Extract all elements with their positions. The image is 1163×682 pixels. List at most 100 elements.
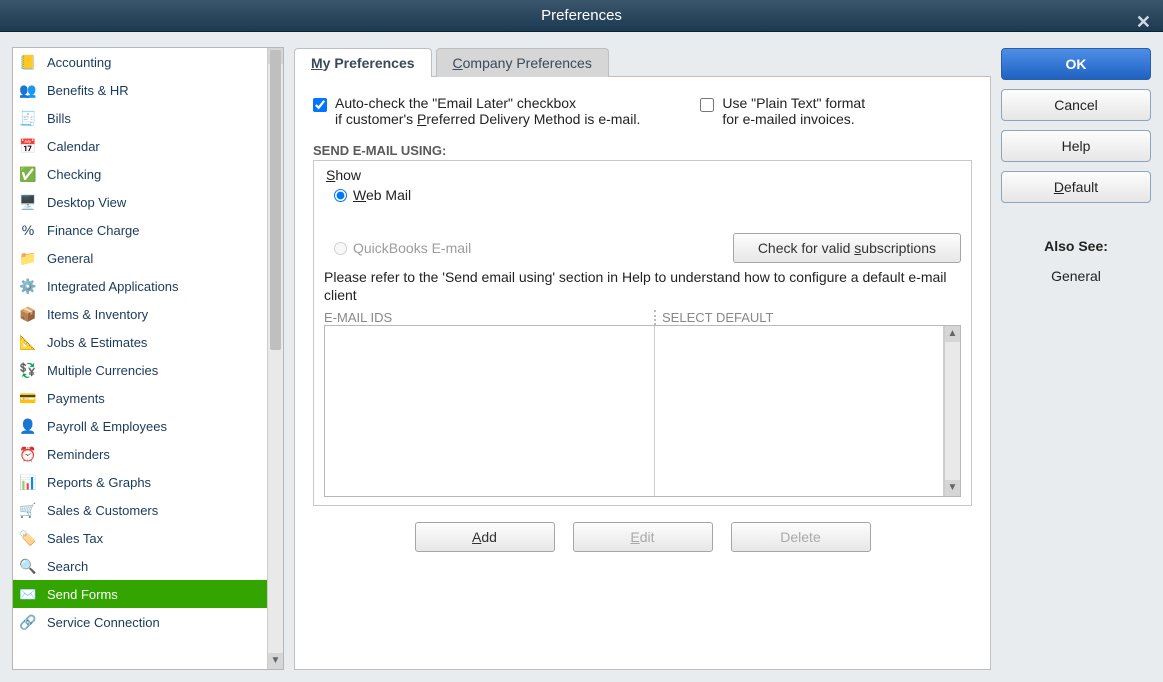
scroll-down-icon[interactable]: ▼ [268, 653, 283, 669]
radio-quickbooks-email: QuickBooks E-mail [334, 240, 471, 256]
sidebar-item-label: General [47, 251, 93, 266]
radio-qbe-input [334, 242, 347, 255]
checking-icon: ✅ [17, 164, 39, 184]
tab-my-preferences[interactable]: My Preferences [294, 48, 432, 77]
add-button[interactable]: Add [415, 522, 555, 552]
sidebar-item-calendar[interactable]: 📅 Calendar [13, 132, 267, 160]
sidebar-item-label: Bills [47, 111, 71, 126]
sidebar-item-label: Accounting [47, 55, 111, 70]
desktop-view-icon: 🖥️ [17, 192, 39, 212]
sidebar-item-benefits-hr[interactable]: 👥Benefits & HR [13, 76, 267, 104]
also-see-link-general[interactable]: General [1001, 268, 1151, 284]
sidebar-item-label: Payments [47, 391, 105, 406]
radio-qbe-label: QuickBooks E-mail [353, 240, 471, 256]
list-scroll-down-icon[interactable]: ▼ [945, 480, 960, 496]
calendar-icon: 📅 [17, 136, 39, 156]
radio-web-mail-label: Web Mail [353, 187, 411, 203]
preferences-dialog: Preferences ✕ 📒Accounting👥Benefits & HR🧾… [0, 0, 1163, 682]
plain-text-label: Use "Plain Text" format for e-mailed inv… [722, 95, 865, 127]
payroll-employees-icon: 👤 [17, 416, 39, 436]
dialog-title: Preferences [541, 7, 622, 24]
jobs-estimates-icon: 📐 [17, 332, 39, 352]
close-icon[interactable]: ✕ [1136, 6, 1151, 38]
show-label: Show [326, 167, 961, 183]
sidebar-item-label: Calendar [47, 139, 100, 154]
email-list-scrollbar[interactable]: ▲ ▼ [944, 326, 960, 496]
sidebar-item-label: Search [47, 559, 88, 574]
sidebar-item-general[interactable]: 📁 General [13, 244, 267, 272]
plain-text-check-input[interactable] [700, 98, 714, 112]
sidebar-item-label: Service Connection [47, 615, 160, 630]
send-forms-icon: ✉️ [17, 584, 39, 604]
search-icon: 🔍 [17, 556, 39, 576]
sidebar-item-service-connection[interactable]: 🔗Service Connection [13, 608, 267, 636]
tab-company-preferences[interactable]: Company Preferences [436, 48, 609, 77]
sidebar-item-accounting[interactable]: 📒Accounting [13, 48, 267, 76]
general-icon: 📁 [17, 248, 39, 268]
bills-icon: 🧾 [17, 108, 39, 128]
send-email-heading: SEND E-MAIL USING: [313, 143, 972, 158]
plain-text-checkbox[interactable]: Use "Plain Text" format for e-mailed inv… [700, 95, 865, 127]
auto-email-check-input[interactable] [313, 98, 327, 112]
sidebar-item-integrated-applications[interactable]: ⚙️ Integrated Applications [13, 272, 267, 300]
sidebar-item-label: Sales & Customers [47, 503, 158, 518]
sidebar-item-send-forms[interactable]: ✉️ Send Forms [13, 580, 267, 608]
sidebar-item-label: Integrated Applications [47, 279, 179, 294]
sidebar-item-reports-graphs[interactable]: 📊Reports & Graphs [13, 468, 267, 496]
radio-web-mail[interactable]: Web Mail [334, 187, 961, 203]
plain-text-line1: Use "Plain Text" format [722, 95, 865, 111]
email-list-col2 [655, 326, 944, 496]
sidebar-item-payments[interactable]: 💳 Payments [13, 384, 267, 412]
dialog-action-column: OK Cancel Help Default Also See: General [1001, 47, 1151, 670]
help-button[interactable]: Help [1001, 130, 1151, 162]
sidebar-item-jobs-estimates[interactable]: 📐 Jobs & Estimates [13, 328, 267, 356]
tab-my-label-rest: y Preferences [323, 55, 415, 71]
sidebar-item-sales-tax[interactable]: 🏷️ Sales Tax [13, 524, 267, 552]
sales-customers-icon: 🛒 [17, 500, 39, 520]
main-panel: My Preferences Company Preferences Auto-… [294, 47, 991, 670]
sidebar-item-label: Items & Inventory [47, 307, 148, 322]
sidebar-item-label: Checking [47, 167, 101, 182]
edit-button[interactable]: Edit [573, 522, 713, 552]
sidebar-item-multiple-currencies[interactable]: 💱Multiple Currencies [13, 356, 267, 384]
dialog-titlebar: Preferences ✕ [0, 0, 1163, 32]
sidebar-item-label: Jobs & Estimates [47, 335, 147, 350]
also-see-section: Also See: General [1001, 238, 1151, 284]
category-sidebar: 📒Accounting👥Benefits & HR 🧾 Bills 📅 Calendar… [12, 47, 284, 670]
email-list-col1 [325, 326, 655, 496]
sidebar-item-desktop-view[interactable]: 🖥️Desktop View [13, 188, 267, 216]
sidebar-item-checking[interactable]: ✅ Checking [13, 160, 267, 188]
sidebar-item-label: Reports & Graphs [47, 475, 151, 490]
benefits-hr-icon: 👥 [17, 80, 39, 100]
cancel-button[interactable]: Cancel [1001, 89, 1151, 121]
sidebar-item-label: Send Forms [47, 587, 118, 602]
sidebar-item-sales-customers[interactable]: 🛒 Sales & Customers [13, 496, 267, 524]
sidebar-item-label: Sales Tax [47, 531, 103, 546]
sales-tax-icon: 🏷️ [17, 528, 39, 548]
multiple-currencies-icon: 💱 [17, 360, 39, 380]
col-header-select-default: SELECT DEFAULT [654, 310, 961, 325]
delete-button[interactable]: Delete [731, 522, 871, 552]
sidebar-item-items-inventory[interactable]: 📦Items & Inventory [13, 300, 267, 328]
payments-icon: 💳 [17, 388, 39, 408]
email-list[interactable]: ▲ ▼ [324, 325, 961, 497]
auto-email-checkbox[interactable]: Auto-check the "Email Later" checkbox if… [313, 95, 640, 127]
send-email-help-text: Please refer to the 'Send email using' s… [324, 269, 961, 304]
sidebar-item-label: Payroll & Employees [47, 419, 167, 434]
scroll-thumb[interactable] [270, 50, 281, 350]
check-subscriptions-button[interactable]: Check for valid subscriptions [733, 233, 961, 263]
sidebar-item-bills[interactable]: 🧾 Bills [13, 104, 267, 132]
auto-email-label: Auto-check the "Email Later" checkbox if… [335, 95, 640, 127]
plain-text-line2: for e-mailed invoices. [722, 111, 854, 127]
radio-web-mail-input[interactable] [334, 189, 347, 202]
integrated-applications-icon: ⚙️ [17, 276, 39, 296]
auto-email-line1: Auto-check the "Email Later" checkbox [335, 95, 576, 111]
sidebar-item-payroll-employees[interactable]: 👤 Payroll & Employees [13, 412, 267, 440]
ok-button[interactable]: OK [1001, 48, 1151, 80]
list-scroll-up-icon[interactable]: ▲ [945, 326, 960, 342]
sidebar-item-reminders[interactable]: ⏰Reminders [13, 440, 267, 468]
sidebar-scrollbar[interactable]: ▲ ▼ [267, 48, 283, 669]
sidebar-item-finance-charge[interactable]: %Finance Charge [13, 216, 267, 244]
sidebar-item-search[interactable]: 🔍 Search [13, 552, 267, 580]
default-button[interactable]: Default [1001, 171, 1151, 203]
